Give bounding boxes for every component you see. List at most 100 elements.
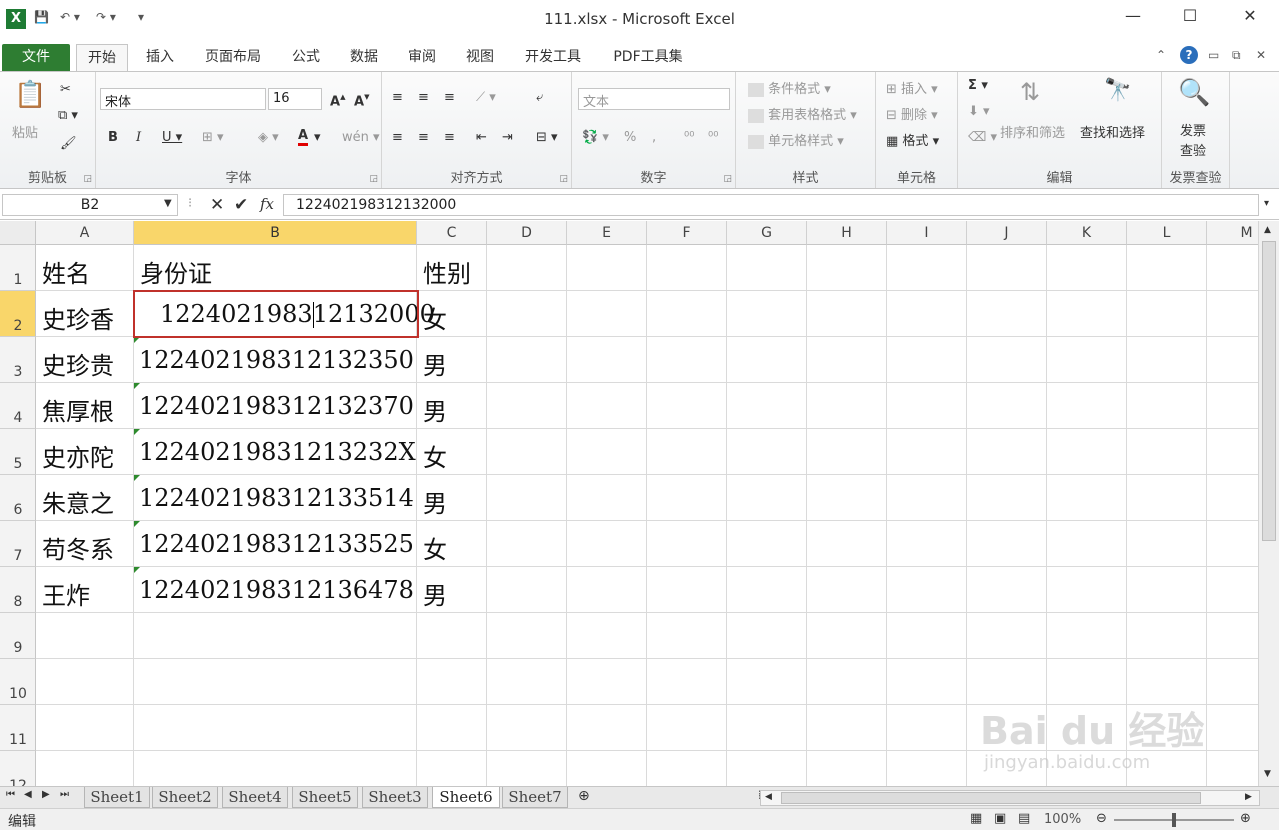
align-left-icon[interactable]: ≡ (392, 130, 403, 145)
next-sheet-icon[interactable]: ▶ (42, 789, 50, 800)
sheet-tab-sheet6[interactable]: Sheet6 (432, 787, 500, 808)
cell-a6[interactable]: 朱意之 (42, 484, 114, 519)
column-header-i[interactable]: I (887, 221, 967, 245)
tab-pdf-tools[interactable]: PDF工具集 (600, 44, 696, 71)
first-sheet-icon[interactable]: ⏮ (6, 789, 15, 800)
column-header-l[interactable]: L (1127, 221, 1207, 245)
tab-formulas[interactable]: 公式 (280, 44, 332, 71)
orientation-icon[interactable]: ⟋ ▾ (476, 90, 496, 105)
cell-c6[interactable]: 男 (423, 484, 447, 519)
align-bottom-icon[interactable]: ≡ (444, 90, 455, 105)
font-color-dropdown-icon[interactable]: ▾ (314, 130, 321, 145)
cell-c2[interactable]: 女 (423, 300, 447, 335)
column-header-e[interactable]: E (567, 221, 647, 245)
increase-decimal-icon[interactable]: ⁰⁰ (684, 130, 694, 145)
delete-cells-button[interactable]: ⊟ 删除 ▾ (886, 104, 938, 123)
cell-a1[interactable]: 姓名 (42, 254, 90, 289)
scroll-left-icon[interactable]: ◀ (765, 792, 772, 802)
format-painter-icon[interactable]: 🖌 (60, 136, 77, 151)
align-right-icon[interactable]: ≡ (444, 130, 455, 145)
invoice-check-line2[interactable]: 查验 (1180, 140, 1206, 159)
scroll-down-icon[interactable]: ▼ (1264, 769, 1271, 779)
cell-a5[interactable]: 史亦陀 (42, 438, 114, 473)
cell-b8[interactable]: 122402198312136478 (139, 576, 414, 604)
formula-input[interactable]: 122402198312132000 (283, 194, 1259, 216)
cell-a2[interactable]: 史珍香 (42, 300, 114, 335)
sheet-tab-sheet7[interactable]: Sheet7 (502, 787, 568, 808)
tab-home[interactable]: 开始 (76, 44, 128, 71)
horizontal-scrollbar[interactable]: ◀ ▶ (760, 790, 1260, 806)
column-header-d[interactable]: D (487, 221, 567, 245)
merge-center-icon[interactable]: ⊟ ▾ (536, 130, 558, 145)
tab-developer[interactable]: 开发工具 (514, 44, 592, 71)
decrease-decimal-icon[interactable]: ⁰⁰ (708, 130, 718, 145)
autosum-icon[interactable]: Σ ▾ (968, 78, 988, 93)
row-header-9[interactable]: 9 (0, 613, 36, 659)
format-cells-button[interactable]: ▦ 格式 ▾ (886, 130, 939, 149)
insert-cells-button[interactable]: ⊞ 插入 ▾ (886, 78, 938, 97)
phonetic-icon[interactable]: wén ▾ (342, 130, 380, 145)
error-indicator-icon[interactable] (134, 429, 140, 435)
tab-review[interactable]: 审阅 (396, 44, 448, 71)
row-header-5[interactable]: 5 (0, 429, 36, 475)
error-indicator-icon[interactable] (134, 567, 140, 573)
sheet-tab-sheet1[interactable]: Sheet1 (84, 787, 150, 808)
align-top-icon[interactable]: ≡ (392, 90, 403, 105)
confirm-edit-icon[interactable]: ✔ (234, 195, 248, 215)
row-header-10[interactable]: 10 (0, 659, 36, 705)
sort-filter-icon[interactable]: ⇅ (1020, 78, 1040, 106)
last-sheet-icon[interactable]: ⏭ (60, 789, 69, 800)
cell-c4[interactable]: 男 (423, 392, 447, 427)
row-header-3[interactable]: 3 (0, 337, 36, 383)
workbook-close-icon[interactable]: ✕ (1256, 48, 1266, 68)
cell-styles-button[interactable]: 单元格样式 ▾ (748, 130, 844, 149)
sheet-tab-sheet4[interactable]: Sheet4 (222, 787, 288, 808)
cell-b1[interactable]: 身份证 (140, 254, 212, 289)
fill-icon[interactable]: ⬇ ▾ (968, 104, 990, 119)
sheet-tab-sheet2[interactable]: Sheet2 (152, 787, 218, 808)
scroll-right-icon[interactable]: ▶ (1245, 792, 1252, 802)
invoice-check-line1[interactable]: 发票 (1180, 120, 1206, 139)
name-box[interactable]: B2 (2, 194, 178, 216)
cell-c1[interactable]: 性别 (423, 254, 471, 289)
increase-indent-icon[interactable]: ⇥ (502, 130, 513, 145)
sort-filter-button[interactable]: 排序和筛选 (1000, 122, 1065, 141)
column-header-k[interactable]: K (1047, 221, 1127, 245)
prev-sheet-icon[interactable]: ◀ (24, 789, 32, 800)
cell-a8[interactable]: 王炸 (42, 576, 90, 611)
cell-b6[interactable]: 122402198312133514 (139, 484, 414, 512)
horizontal-scroll-thumb[interactable] (781, 792, 1201, 804)
vertical-scroll-thumb[interactable] (1262, 241, 1276, 541)
format-as-table-button[interactable]: 套用表格格式 ▾ (748, 104, 857, 123)
bold-icon[interactable]: B (108, 130, 118, 145)
expand-formula-bar-icon[interactable]: ▾ (1264, 198, 1269, 209)
invoice-check-icon[interactable]: 🔍 (1178, 78, 1210, 108)
zoom-in-icon[interactable]: ⊕ (1240, 811, 1251, 826)
column-header-g[interactable]: G (727, 221, 807, 245)
cut-icon[interactable]: ✂ (60, 82, 71, 97)
error-indicator-icon[interactable] (134, 383, 140, 389)
cell-c5[interactable]: 女 (423, 438, 447, 473)
grow-font-icon[interactable]: A▴ (330, 90, 346, 109)
row-header-8[interactable]: 8 (0, 567, 36, 613)
vertical-scrollbar[interactable]: ▲ ▼ (1258, 221, 1279, 786)
column-header-m[interactable]: M (1207, 221, 1258, 245)
column-header-h[interactable]: H (807, 221, 887, 245)
underline-icon[interactable]: U ▾ (162, 130, 182, 145)
select-all-corner[interactable] (0, 221, 36, 245)
collapse-ribbon-icon[interactable]: ⌃ (1156, 48, 1166, 68)
column-header-f[interactable]: F (647, 221, 727, 245)
tab-data[interactable]: 数据 (338, 44, 390, 71)
shrink-font-icon[interactable]: A▾ (354, 90, 370, 109)
formula-bar-resize-icon[interactable]: ⁝ (188, 196, 192, 211)
fill-color-icon[interactable]: ◈ ▾ (258, 130, 279, 145)
maximize-button[interactable]: ☐ (1175, 6, 1205, 32)
row-header-1[interactable]: 1 (0, 245, 36, 291)
normal-view-icon[interactable]: ▦ (970, 811, 982, 826)
font-color-icon[interactable]: A (298, 128, 309, 146)
wrap-text-icon[interactable]: ⤶ (536, 90, 543, 105)
page-break-view-icon[interactable]: ▤ (1018, 811, 1030, 826)
clipboard-launcher-icon[interactable]: ◲ (83, 174, 92, 184)
scroll-up-icon[interactable]: ▲ (1264, 225, 1271, 235)
font-launcher-icon[interactable]: ◲ (369, 174, 378, 184)
